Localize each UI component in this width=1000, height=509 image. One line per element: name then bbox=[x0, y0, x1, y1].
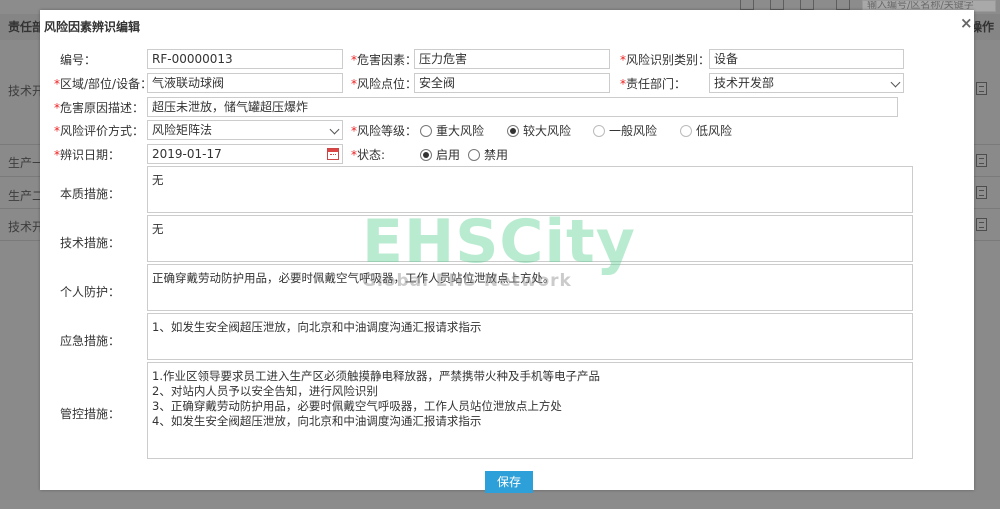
document-icon[interactable] bbox=[976, 154, 987, 167]
textarea-line: 2、对站内人员予以安全告知，进行风险识别 bbox=[152, 384, 378, 398]
textarea-line: 无 bbox=[152, 173, 164, 187]
status-radio-enabled[interactable] bbox=[420, 149, 432, 161]
level-option-label: 低风险 bbox=[696, 124, 733, 138]
cause-field[interactable]: 超压未泄放，储气罐超压爆炸 bbox=[147, 97, 898, 117]
background-table-row: 生产二 bbox=[8, 189, 45, 203]
dept-label: *责任部门： bbox=[620, 74, 686, 94]
level-label: *风险等级： bbox=[351, 121, 417, 141]
risk-factor-edit-dialog: 风险因素辨识编辑 × 编号： RF-00000013 *危害因素： 压力危害 *… bbox=[40, 10, 974, 493]
status-option-label: 禁用 bbox=[484, 148, 509, 162]
level-radio-significant[interactable] bbox=[507, 125, 519, 137]
textarea-line: 1、如发生安全阀超压泄放，向北京和中油调度沟通汇报请求指示 bbox=[152, 320, 482, 334]
label-text: 风险等级： bbox=[357, 124, 418, 138]
hazard-label-text: 危害因素： bbox=[357, 53, 418, 67]
save-button[interactable]: 保存 bbox=[485, 471, 533, 493]
hazard-field[interactable]: 压力危害 bbox=[414, 49, 610, 69]
date-field-value: 2019-01-17 bbox=[152, 147, 222, 161]
textarea-line: 1.作业区领导要求员工进入生产区必须触摸静电释放器，严禁携带火种及手机等电子产品 bbox=[152, 369, 600, 383]
area-field[interactable]: 气液联动球阀 bbox=[147, 73, 343, 93]
toolbar-icon[interactable] bbox=[770, 0, 784, 10]
personal-protection-label: 个人防护： bbox=[60, 285, 121, 299]
chevron-down-icon bbox=[890, 77, 901, 88]
label-text: 责任部门： bbox=[626, 77, 687, 91]
code-label: 编号： bbox=[60, 53, 97, 67]
level-radio-major[interactable] bbox=[420, 125, 432, 137]
status-label: *状态: bbox=[351, 145, 385, 165]
intrinsic-measures-textarea[interactable]: 无 bbox=[147, 166, 913, 213]
label-text: 风险评价方式： bbox=[60, 124, 145, 138]
toolbar-icon[interactable] bbox=[836, 0, 850, 10]
emergency-measures-textarea[interactable]: 1、如发生安全阀超压泄放，向北京和中油调度沟通汇报请求指示 bbox=[147, 313, 913, 360]
control-measures-label: 管控措施： bbox=[60, 407, 121, 421]
dept-select-value: 技术开发部 bbox=[714, 76, 775, 90]
control-measures-textarea[interactable]: 1.作业区领导要求员工进入生产区必须触摸静电释放器，严禁携带火种及手机等电子产品… bbox=[147, 362, 913, 459]
status-radio-disabled[interactable] bbox=[468, 149, 480, 161]
background-table-row: 技术开 bbox=[8, 220, 45, 234]
category-field[interactable]: 设备 bbox=[709, 49, 904, 69]
textarea-line: 4、如发生安全阀超压泄放，向北京和中油调度沟通汇报请求指示 bbox=[152, 414, 482, 428]
area-label: *区域/部位/设备： bbox=[54, 74, 152, 94]
calendar-icon[interactable] bbox=[327, 148, 339, 160]
risk-point-label: *风险点位： bbox=[351, 74, 417, 94]
personal-protection-textarea[interactable]: 正确穿戴劳动防护用品，必要时佩戴空气呼吸器，工作人员站位泄放点上方处。 bbox=[147, 264, 913, 311]
date-field[interactable]: 2019-01-17 bbox=[147, 144, 343, 164]
level-radio-general[interactable] bbox=[593, 125, 605, 137]
intrinsic-measures-label: 本质措施： bbox=[60, 187, 121, 201]
cause-label: *危害原因描述： bbox=[54, 98, 144, 118]
status-option-label: 启用 bbox=[436, 148, 461, 162]
background-panel-title: 责任部 bbox=[8, 20, 45, 34]
document-icon[interactable] bbox=[976, 186, 987, 199]
level-option-label: 一般风险 bbox=[609, 124, 658, 138]
hazard-label: *危害因素： bbox=[351, 53, 418, 67]
method-select-value: 风险矩阵法 bbox=[152, 123, 213, 137]
technical-measures-label: 技术措施： bbox=[60, 236, 121, 250]
dept-select[interactable]: 技术开发部 bbox=[709, 73, 904, 93]
level-radio-low[interactable] bbox=[680, 125, 692, 137]
textarea-line: 无 bbox=[152, 222, 164, 236]
technical-measures-textarea[interactable]: 无 bbox=[147, 215, 913, 262]
dialog-title: 风险因素辨识编辑 bbox=[44, 20, 141, 34]
background-footer bbox=[0, 500, 1000, 509]
risk-point-field[interactable]: 安全阀 bbox=[414, 73, 610, 93]
label-text: 风险点位： bbox=[357, 77, 418, 91]
toolbar-icon[interactable] bbox=[800, 0, 814, 10]
emergency-measures-label: 应急措施： bbox=[60, 334, 121, 348]
label-text: 状态: bbox=[357, 148, 386, 162]
date-label: *辨识日期： bbox=[54, 145, 120, 165]
chevron-down-icon bbox=[329, 124, 340, 135]
label-text: 辨识日期： bbox=[60, 148, 121, 162]
label-text: 危害原因描述： bbox=[60, 101, 145, 115]
label-text: 风险识别类别： bbox=[626, 53, 711, 67]
method-label: *风险评价方式： bbox=[54, 121, 144, 141]
category-label: *风险识别类别： bbox=[620, 50, 710, 70]
background-table-row: 技术开 bbox=[8, 84, 45, 98]
textarea-line: 3、正确穿戴劳动防护用品，必要时佩戴空气呼吸器，工作人员站位泄放点上方处 bbox=[152, 399, 562, 413]
textarea-line: 正确穿戴劳动防护用品，必要时佩戴空气呼吸器，工作人员站位泄放点上方处。 bbox=[152, 271, 555, 285]
background-table-row: 生产一 bbox=[8, 156, 45, 170]
method-select[interactable]: 风险矩阵法 bbox=[147, 120, 343, 140]
level-option-label: 较大风险 bbox=[523, 124, 572, 138]
document-icon[interactable] bbox=[976, 218, 987, 231]
level-option-label: 重大风险 bbox=[436, 124, 485, 138]
document-icon[interactable] bbox=[976, 82, 987, 95]
code-field[interactable]: RF-00000013 bbox=[147, 49, 343, 69]
toolbar-icon[interactable] bbox=[740, 0, 754, 10]
label-text: 区域/部位/设备： bbox=[60, 77, 153, 91]
close-icon[interactable]: × bbox=[960, 14, 973, 32]
